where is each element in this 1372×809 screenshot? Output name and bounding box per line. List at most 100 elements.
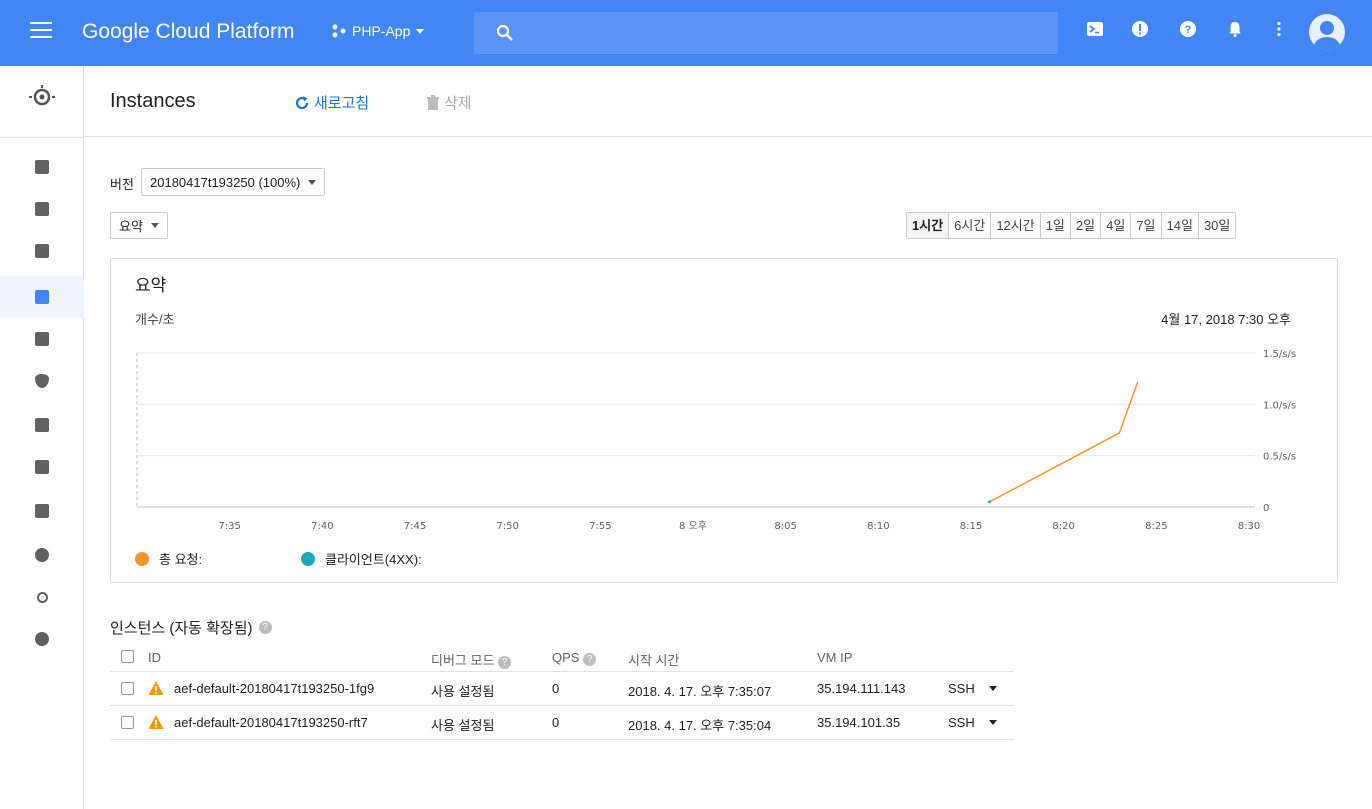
time-range-button[interactable]: 30일 bbox=[1199, 213, 1235, 238]
instances-table: ID 디버그 모드 ? QPS ? 시작 시간 VM IP aef-defaul… bbox=[110, 646, 1014, 740]
legend-item-total[interactable]: 총 요청: bbox=[135, 549, 202, 568]
menu-icon[interactable] bbox=[30, 22, 52, 40]
x-tick-label: 8:30 bbox=[1238, 521, 1260, 532]
column-header-qps-label[interactable]: QPS bbox=[552, 650, 579, 665]
cloud-shell-icon[interactable] bbox=[1085, 20, 1105, 40]
time-range-button[interactable]: 1일 bbox=[1041, 213, 1071, 238]
time-range-button[interactable]: 1시간 bbox=[907, 213, 950, 238]
x-tick-label: 7:55 bbox=[589, 521, 611, 532]
y-tick-label: 1.5/s/s bbox=[1263, 349, 1296, 360]
y-tick-label: 1.0/s/s bbox=[1263, 400, 1296, 411]
legend-item-client-errors[interactable]: 클라이언트(4XX): bbox=[301, 549, 422, 568]
legend-label: 클라이언트(4XX): bbox=[325, 552, 422, 567]
column-header-debug-label[interactable]: 디버그 모드 bbox=[431, 653, 494, 668]
instances-title: 인스턴스 (자동 확장됨) ? bbox=[110, 617, 272, 638]
legend-dot bbox=[301, 551, 315, 566]
firewall-icon bbox=[35, 418, 49, 432]
account-icon[interactable] bbox=[1309, 14, 1345, 50]
app-engine-logo-icon[interactable] bbox=[28, 82, 56, 110]
x-tick-label: 8:15 bbox=[960, 521, 982, 532]
column-header-qps: QPS ? bbox=[552, 650, 597, 666]
row-checkbox[interactable] bbox=[121, 682, 134, 695]
time-range-button[interactable]: 7일 bbox=[1131, 213, 1162, 238]
row-checkbox[interactable] bbox=[121, 716, 134, 729]
more-icon[interactable] bbox=[1269, 20, 1289, 40]
ssh-label: SSH bbox=[948, 681, 975, 696]
column-header-id[interactable]: ID bbox=[148, 650, 161, 665]
help-icon[interactable]: ? bbox=[1178, 20, 1198, 40]
x-tick-label: 7:45 bbox=[404, 521, 426, 532]
column-header-debug: 디버그 모드 ? bbox=[431, 650, 512, 669]
select-all-checkbox[interactable] bbox=[121, 650, 134, 663]
chart-unit: 개수/초 bbox=[135, 312, 175, 327]
column-header-vm-ip[interactable]: VM IP bbox=[817, 650, 852, 665]
version-select-value: 20180417t193250 (100%) bbox=[150, 174, 301, 190]
search-icon bbox=[496, 24, 513, 41]
sidebar-item-settings[interactable] bbox=[0, 618, 84, 660]
refresh-button[interactable]: 새로고침 bbox=[294, 92, 369, 113]
legend-label: 총 요청: bbox=[159, 552, 203, 567]
gear-icon bbox=[35, 632, 49, 646]
time-range-button[interactable]: 14일 bbox=[1162, 213, 1199, 238]
x-tick-label: 7:35 bbox=[218, 521, 240, 532]
chart-timestamp: 4월 17, 2018 7:30 오후 bbox=[1161, 312, 1291, 327]
debug-mode: 사용 설정됨 bbox=[431, 718, 495, 733]
help-icon[interactable]: ? bbox=[498, 656, 512, 669]
sidebar-item-task-queues[interactable] bbox=[0, 318, 84, 360]
brand-title[interactable]: Google Cloud Platform bbox=[82, 20, 294, 44]
version-select[interactable]: 20180417t193250 (100%) bbox=[141, 168, 326, 196]
notifications-icon[interactable] bbox=[1225, 20, 1245, 40]
time-range-button[interactable]: 6시간 bbox=[949, 213, 992, 238]
chevron-down-icon bbox=[308, 179, 317, 185]
instances-icon bbox=[35, 290, 49, 304]
sidebar-item-dashboard[interactable] bbox=[0, 146, 84, 188]
sidebar-item-firewall[interactable] bbox=[0, 404, 84, 446]
sidebar-item-blobstore[interactable] bbox=[0, 490, 84, 532]
start-time: 2018. 4. 17. 오후 7:35:07 bbox=[628, 684, 772, 699]
y-tick-label: 0.5/s/s bbox=[1263, 452, 1296, 463]
ssh-button[interactable]: SSH bbox=[948, 715, 997, 730]
search-icon bbox=[36, 591, 48, 603]
svg-text:?: ? bbox=[1185, 24, 1192, 36]
warning-icon bbox=[148, 681, 164, 695]
help-icon[interactable]: ? bbox=[258, 621, 272, 634]
file-icon bbox=[35, 504, 49, 518]
qps-value: 0 bbox=[552, 681, 560, 696]
sidebar-item-services[interactable] bbox=[0, 188, 84, 230]
line-chart: 1.5/s/s 1.0/s/s 0.5/s/s 0 7:35 7:40 7:45 7:50 7:… bbox=[136, 349, 1296, 532]
sidebar-item-instances[interactable] bbox=[0, 276, 84, 318]
time-range-button[interactable]: 12시간 bbox=[991, 213, 1041, 238]
vm-ip: 35.194.111.143 bbox=[817, 681, 906, 696]
x-tick-label: 8:20 bbox=[1052, 521, 1074, 532]
time-range-button[interactable]: 4일 bbox=[1101, 213, 1132, 238]
help-icon[interactable]: ? bbox=[583, 653, 597, 666]
sidebar-item-search[interactable] bbox=[0, 576, 84, 618]
x-tick-label: 8 오후 bbox=[679, 520, 707, 532]
instances-title-text: 인스턴스 (자동 확장됨) bbox=[110, 620, 253, 637]
list-icon bbox=[35, 332, 49, 346]
project-selector[interactable]: PHP-App bbox=[332, 23, 425, 39]
table-row: aef-default-20180417t193250-rft7 사용 설정됨 … bbox=[110, 706, 1014, 740]
search-input[interactable] bbox=[474, 12, 1058, 54]
sidebar-item-versions[interactable] bbox=[0, 230, 84, 272]
view-select[interactable]: 요약 bbox=[110, 212, 168, 239]
sidebar-item-security[interactable] bbox=[0, 360, 84, 402]
services-icon bbox=[35, 202, 49, 216]
chevron-down-icon[interactable] bbox=[988, 686, 997, 691]
x-tick-label: 8:05 bbox=[774, 521, 796, 532]
ssh-button[interactable]: SSH bbox=[948, 681, 997, 696]
time-range-button[interactable]: 2일 bbox=[1071, 213, 1102, 238]
time-range-buttons: 1시간 6시간 12시간 1일 2일 4일 7일 14일 30일 bbox=[906, 212, 1237, 239]
sidebar-item-cron[interactable] bbox=[0, 534, 84, 576]
page-header: Instances 새로고침 삭제 bbox=[84, 66, 1372, 137]
versions-icon bbox=[35, 244, 49, 258]
feedback-icon[interactable] bbox=[1130, 20, 1150, 40]
view-select-value: 요약 bbox=[119, 219, 143, 234]
chevron-down-icon[interactable] bbox=[988, 720, 997, 725]
table-header-row: ID 디버그 모드 ? QPS ? 시작 시간 VM IP bbox=[110, 646, 1014, 672]
memcache-icon bbox=[35, 460, 49, 474]
delete-button[interactable]: 삭제 bbox=[426, 92, 472, 113]
y-tick-label: 0 bbox=[1263, 503, 1269, 514]
column-header-start-time[interactable]: 시작 시간 bbox=[628, 650, 679, 669]
sidebar-item-memcache[interactable] bbox=[0, 446, 84, 488]
